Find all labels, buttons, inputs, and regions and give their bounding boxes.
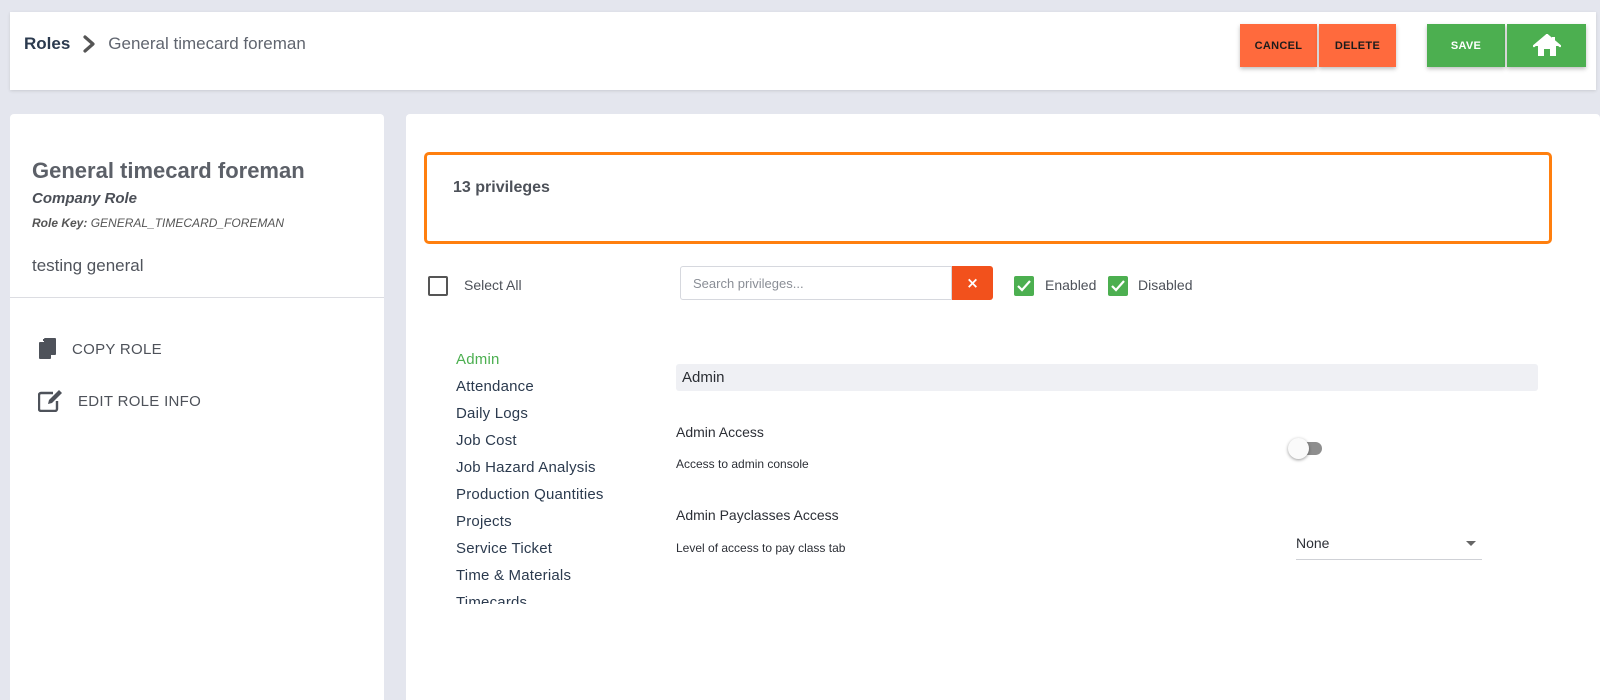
edit-role-info-label: EDIT ROLE INFO — [78, 392, 202, 410]
cancel-button[interactable]: CANCEL — [1240, 24, 1317, 67]
category-item-timecards[interactable]: Timecards — [456, 589, 656, 604]
section-header-admin: Admin — [676, 364, 1538, 391]
privilege-description: Level of access to pay class tab — [676, 541, 846, 555]
category-item-job-cost[interactable]: Job Cost — [456, 427, 656, 454]
disabled-filter-label: Disabled — [1138, 277, 1193, 293]
caret-down-icon — [1466, 541, 1476, 546]
home-button[interactable] — [1507, 24, 1586, 67]
breadcrumb: Roles General timecard foreman — [24, 34, 306, 54]
category-item-time-materials[interactable]: Time & Materials — [456, 562, 656, 589]
select-all-label: Select All — [464, 277, 522, 293]
page-header: Roles General timecard foreman CANCEL DE… — [10, 12, 1596, 90]
check-icon — [1017, 280, 1031, 292]
select-value: None — [1296, 535, 1330, 551]
privilege-description: Access to admin console — [676, 457, 809, 471]
select-all-checkbox[interactable] — [428, 276, 448, 296]
copy-role-label: COPY ROLE — [72, 340, 162, 358]
check-icon — [1111, 280, 1125, 292]
role-title: General timecard foreman — [32, 158, 305, 183]
home-icon — [1532, 33, 1561, 56]
divider — [10, 297, 384, 298]
category-list: Admin Attendance Daily Logs Job Cost Job… — [456, 346, 656, 604]
chevron-right-icon — [83, 35, 95, 53]
role-info-panel: General timecard foreman Company Role Ro… — [10, 114, 384, 700]
privileges-summary-box: 13 privileges — [424, 152, 1552, 244]
role-key: Role Key: GENERAL_TIMECARD_FOREMAN — [32, 216, 284, 230]
payclasses-access-select[interactable]: None — [1296, 530, 1482, 560]
role-key-value: GENERAL_TIMECARD_FOREMAN — [90, 216, 285, 230]
edit-role-info-button[interactable]: EDIT ROLE INFO — [38, 390, 201, 412]
copy-role-button[interactable]: COPY ROLE — [38, 338, 162, 360]
privileges-panel: 13 privileges Select All × Enabled Disab… — [406, 114, 1600, 700]
breadcrumb-current: General timecard foreman — [108, 34, 306, 53]
category-item-admin[interactable]: Admin — [456, 346, 656, 373]
enabled-filter-checkbox[interactable] — [1014, 276, 1034, 296]
category-item-production-quantities[interactable]: Production Quantities — [456, 481, 656, 508]
category-item-attendance[interactable]: Attendance — [456, 373, 656, 400]
category-item-daily-logs[interactable]: Daily Logs — [456, 400, 656, 427]
toggle-knob — [1288, 438, 1309, 459]
search-input[interactable] — [680, 266, 952, 300]
breadcrumb-roles-link[interactable]: Roles — [24, 34, 70, 54]
admin-access-toggle[interactable] — [1288, 438, 1322, 459]
disabled-filter-checkbox[interactable] — [1108, 276, 1128, 296]
role-type: Company Role — [32, 190, 138, 207]
save-button[interactable]: SAVE — [1427, 24, 1505, 67]
privilege-name: Admin Payclasses Access — [676, 507, 839, 523]
delete-button[interactable]: DELETE — [1319, 24, 1396, 67]
privileges-count: 13 privileges — [453, 179, 550, 196]
copy-icon — [39, 338, 56, 359]
role-description: testing general — [32, 256, 144, 275]
category-item-projects[interactable]: Projects — [456, 508, 656, 535]
edit-icon — [38, 390, 62, 412]
clear-search-button[interactable]: × — [952, 266, 993, 300]
category-item-job-hazard-analysis[interactable]: Job Hazard Analysis — [456, 454, 656, 481]
privilege-name: Admin Access — [676, 424, 764, 440]
enabled-filter-label: Enabled — [1045, 277, 1097, 293]
role-key-label: Role Key: — [32, 216, 88, 230]
category-item-service-ticket[interactable]: Service Ticket — [456, 535, 656, 562]
